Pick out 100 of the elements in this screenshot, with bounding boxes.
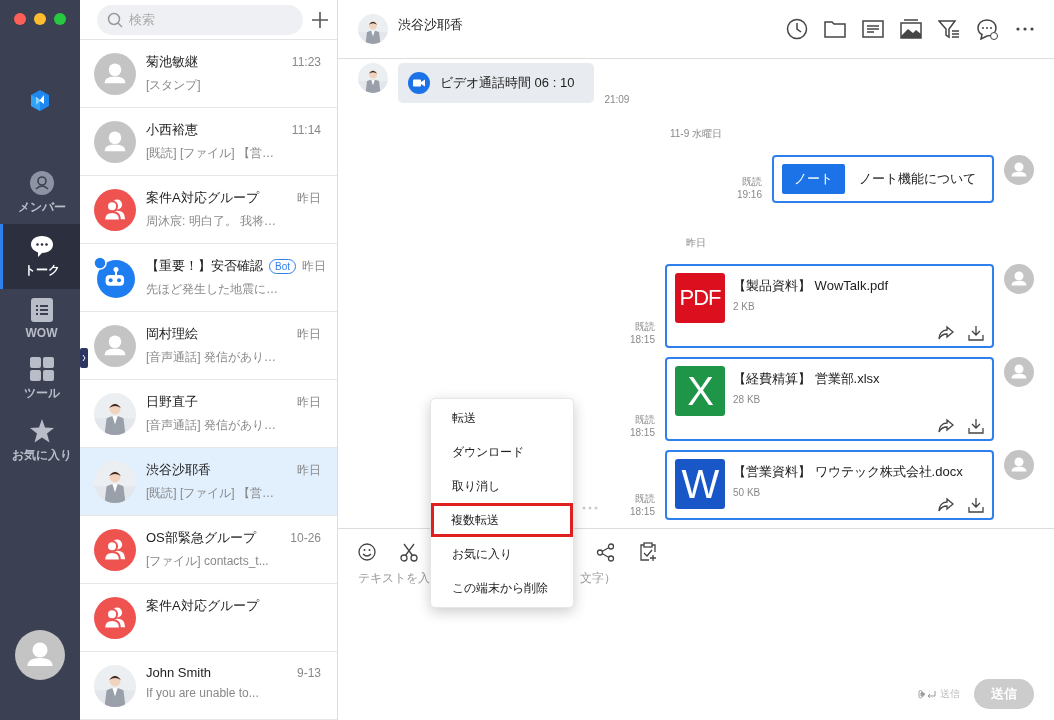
nav-label: メンバー	[17, 199, 66, 216]
input-placeholder: テキストを入	[358, 570, 430, 587]
nav-label: お気に入り	[11, 447, 72, 464]
contact-name: 案件A対応グループ	[146, 189, 259, 207]
zoom-button[interactable]	[54, 13, 66, 25]
download-icon[interactable]	[968, 325, 984, 341]
message-time: 9-13	[296, 665, 321, 680]
message-preview: [音声通話] 発信があり…	[146, 349, 277, 366]
nav-item[interactable]: お気に入り	[0, 410, 80, 472]
filter-icon[interactable]	[938, 18, 960, 40]
input-placeholder: 文字）	[580, 570, 616, 587]
bot-avatar-icon	[93, 255, 137, 300]
message-time: 昨日	[297, 393, 321, 411]
contact-name: 【重要！】安否確認	[146, 257, 263, 275]
read-status: 既読	[635, 413, 655, 426]
avatar-icon	[1004, 264, 1034, 294]
note-title: ノート機能について	[859, 170, 976, 188]
app-logo-icon	[30, 89, 50, 112]
menu-item[interactable]: ダウンロード	[431, 435, 573, 469]
scissors-icon[interactable]	[400, 542, 418, 562]
avatar-icon	[94, 120, 136, 163]
star-icon	[29, 419, 54, 443]
chat-history-icon[interactable]	[976, 18, 998, 40]
nav-item[interactable]: ツール	[0, 348, 80, 410]
message-time: 昨日	[297, 189, 321, 207]
message-preview: [既読] [ファイル] 【営…	[146, 485, 275, 502]
nav-item[interactable]: メンバー	[0, 162, 80, 224]
clock-icon[interactable]	[786, 18, 808, 40]
minimize-button[interactable]	[34, 13, 46, 25]
file-card[interactable]: W 【営業資料】 ワウテック株式会社.docx 50 KB	[665, 450, 994, 520]
menu-item[interactable]: 複数転送	[431, 503, 573, 537]
message-time: 19:16	[736, 188, 762, 201]
message-time: 昨日	[297, 461, 321, 479]
group-avatar-icon	[94, 188, 136, 231]
avatar-icon	[94, 52, 136, 95]
call-duration: ビデオ通話時間 06 : 10	[440, 74, 575, 92]
file-card[interactable]: X 【経費精算】 営業部.xlsx 28 KB	[665, 357, 994, 441]
file-name: 【経費精算】 営業部.xlsx	[733, 370, 880, 388]
note-tag: ノート	[782, 164, 845, 194]
collapse-tab-icon[interactable]	[80, 348, 88, 368]
menu-item[interactable]: この端末から削除	[431, 571, 573, 605]
contact-name: 案件A対応グループ	[146, 597, 259, 615]
add-icon[interactable]	[311, 10, 329, 29]
message-time: 昨日	[297, 325, 321, 343]
grid-icon	[29, 357, 54, 381]
profile-avatar-icon[interactable]	[15, 630, 65, 680]
avatar-icon	[1004, 357, 1034, 387]
share-arrow-icon[interactable]	[938, 497, 954, 513]
nav-item[interactable]: WOW	[0, 289, 80, 348]
folder-icon[interactable]	[824, 18, 846, 40]
menu-item[interactable]: 転送	[431, 401, 573, 435]
file-type-icon: PDF	[675, 273, 725, 323]
document-icon[interactable]	[862, 18, 884, 40]
conversation-item[interactable]: 渋谷沙耶香 昨日 [既読] [ファイル] 【営…	[80, 448, 337, 516]
date-divider: 11-9 水曜日	[669, 127, 723, 141]
contact-name: 渋谷沙耶香	[146, 461, 211, 479]
group-avatar-icon	[94, 596, 136, 639]
message-time: 18:15	[629, 505, 655, 518]
avatar-icon	[94, 324, 136, 367]
menu-item[interactable]: お気に入り	[431, 537, 573, 571]
conversation-item[interactable]: John Smith 9-13 If you are unable to...	[80, 652, 337, 720]
file-name: 【製品資料】 WowTalk.pdf	[733, 277, 889, 295]
conversation-item[interactable]: 岡村理絵 昨日 [音声通話] 発信があり…	[80, 312, 337, 380]
share-arrow-icon[interactable]	[938, 325, 954, 341]
file-size: 50 KB	[733, 487, 762, 498]
conversation-item[interactable]: OS部緊急グループ 10-26 [ファイル] contacts_t...	[80, 516, 337, 584]
share-arrow-icon[interactable]	[938, 418, 954, 434]
message-preview: [既読] [ファイル] 【営…	[146, 145, 275, 162]
note-card[interactable]: ノート ノート機能について	[772, 155, 994, 203]
conversation-item[interactable]: 案件A対応グループ	[80, 584, 337, 652]
nav-item[interactable]: トーク	[0, 224, 80, 289]
contact-name: 菊池敏継	[146, 53, 198, 71]
nav-label: トーク	[23, 262, 60, 279]
group-avatar-icon	[94, 528, 136, 571]
download-icon[interactable]	[968, 418, 984, 434]
conversation-item[interactable]: 【重要！】安否確認 Bot 昨日 先ほど発生した地震に…	[80, 244, 337, 312]
conversation-item[interactable]: 小西裕恵 11:14 [既読] [ファイル] 【営…	[80, 108, 337, 176]
share-icon[interactable]	[596, 542, 615, 562]
file-name: 【営業資料】 ワウテック株式会社.docx	[733, 463, 963, 481]
contact-name: 日野直子	[146, 393, 198, 411]
conversation-item[interactable]: 案件A対応グループ 昨日 周沐宸: 明白了。 我将…	[80, 176, 337, 244]
message-time: 11:14	[291, 123, 321, 137]
date-divider: 昨日	[686, 236, 706, 250]
conversation-item[interactable]: 菊池敏継 11:23 [スタンプ]	[80, 40, 337, 108]
message-preview: 周沐宸: 明白了。 我将…	[146, 213, 277, 230]
file-type-icon: X	[675, 366, 725, 416]
contact-name: 小西裕恵	[146, 121, 198, 139]
video-camera-icon	[408, 72, 430, 94]
message-time: 21:09	[604, 94, 630, 105]
read-status: 既読	[635, 320, 655, 333]
file-size: 2 KB	[733, 301, 756, 312]
emoji-icon[interactable]	[358, 543, 376, 561]
image-icon[interactable]	[900, 18, 922, 40]
nav-label: ツール	[23, 385, 60, 402]
download-icon[interactable]	[968, 497, 984, 513]
clipboard-check-icon[interactable]	[639, 542, 657, 562]
message-preview: [ファイル] contacts_t...	[146, 553, 270, 570]
close-button[interactable]	[14, 13, 26, 25]
message-preview: [スタンプ]	[146, 77, 202, 94]
menu-item[interactable]: 取り消し	[431, 469, 573, 503]
